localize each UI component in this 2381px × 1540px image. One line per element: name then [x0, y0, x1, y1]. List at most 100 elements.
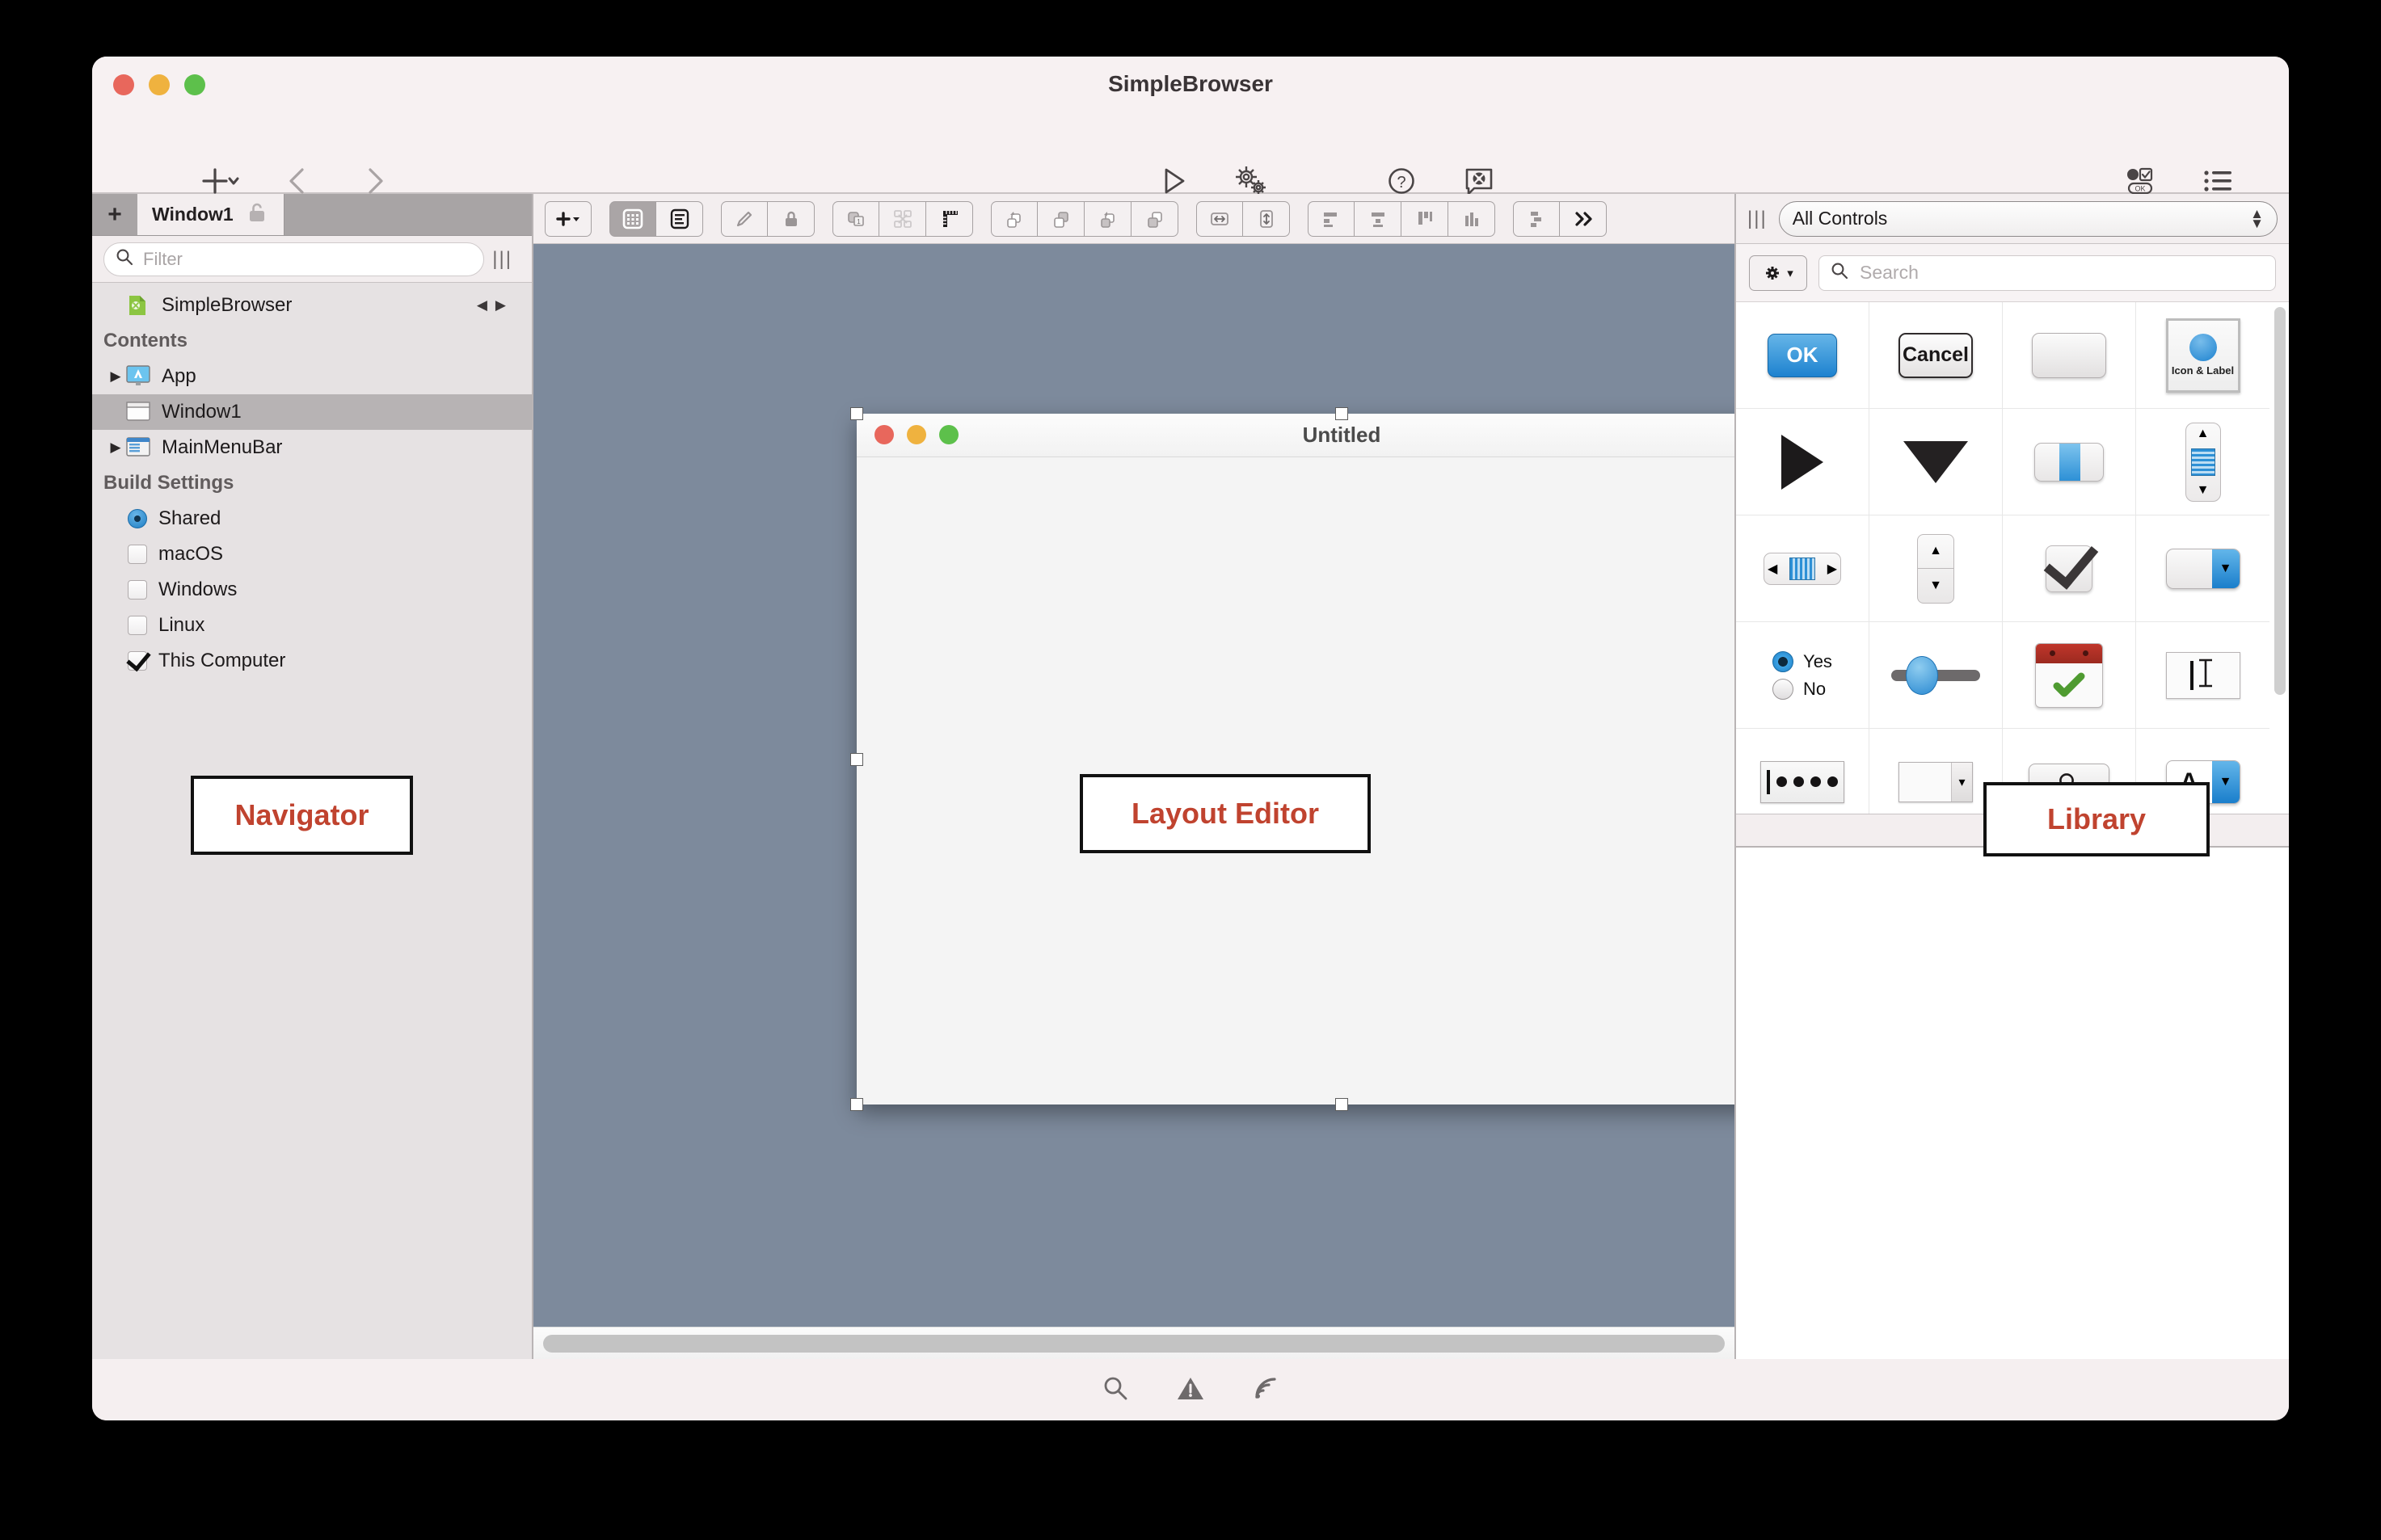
- library-search-input[interactable]: [1858, 261, 2264, 284]
- search-magnifier-icon[interactable]: [1102, 1374, 1129, 1406]
- popup-menu-preview: ▼: [2166, 549, 2240, 589]
- library-category-select[interactable]: All Controls ▲▼: [1779, 201, 2278, 237]
- build-setting-shared[interactable]: Shared: [92, 501, 532, 536]
- blue-dot-icon: [2189, 334, 2217, 361]
- navigator-filter-bar: |||: [92, 236, 532, 283]
- library-item-cancel-push-button[interactable]: Cancel: [1869, 302, 2003, 409]
- i-beam-icon: [2195, 657, 2216, 693]
- distribute-icon[interactable]: [1513, 201, 1560, 237]
- build-setting-macos[interactable]: macOS: [92, 536, 532, 572]
- unlocked-padlock-icon[interactable]: [248, 202, 266, 228]
- navigator-project-row[interactable]: SimpleBrowser ◀▶: [92, 288, 532, 323]
- library-item-date-picker[interactable]: [2003, 622, 2136, 729]
- align-left-icon[interactable]: [1308, 201, 1355, 237]
- toolbar-group-add: [545, 201, 592, 237]
- checkbox-icon[interactable]: [128, 545, 147, 564]
- icon-label-button-preview: Icon & Label: [2166, 318, 2240, 393]
- selection-handle-ml[interactable]: [850, 753, 863, 766]
- grid-layout-icon[interactable]: [609, 201, 656, 237]
- library-item-secure-password-field[interactable]: [1736, 729, 1869, 814]
- filter-input[interactable]: [141, 248, 472, 271]
- ruler-icon[interactable]: [926, 201, 973, 237]
- search-icon: [1831, 262, 1848, 284]
- sidebar-item-mainmenubar[interactable]: ▶ MainMenuBar: [92, 430, 532, 465]
- bring-to-front-icon[interactable]: 1: [832, 201, 879, 237]
- new-tab-button[interactable]: +: [92, 194, 137, 235]
- move-front-icon[interactable]: [1038, 201, 1085, 237]
- application-window: SimpleBrowser Insert Back: [92, 57, 2289, 1420]
- checkbox-checked-icon[interactable]: [128, 651, 147, 671]
- checkbox-icon[interactable]: [128, 580, 147, 600]
- library-item-icon-and-label-button[interactable]: Icon & Label: [2136, 302, 2269, 409]
- align-top-icon[interactable]: [1401, 201, 1448, 237]
- checkbox-icon[interactable]: [128, 616, 147, 635]
- sidebar-item-window1[interactable]: Window1: [92, 394, 532, 430]
- scroll-down-arrow-icon: ▼: [2197, 483, 2210, 498]
- library-search-field[interactable]: [1818, 255, 2276, 291]
- panel-grip-icon[interactable]: |||: [1747, 208, 1768, 230]
- move-backward-icon[interactable]: [1085, 201, 1132, 237]
- library-item-horizontal-slider[interactable]: [2003, 409, 2136, 515]
- toolbar-group-align: [1308, 201, 1495, 237]
- move-back-icon[interactable]: [1132, 201, 1178, 237]
- selection-handle-tl[interactable]: [850, 407, 863, 420]
- library-item-slider-knob[interactable]: [1869, 622, 2003, 729]
- scroll-right-arrow-icon: ▶: [1827, 561, 1837, 577]
- project-name: SimpleBrowser: [162, 294, 292, 317]
- tab-window1[interactable]: Window1: [137, 194, 284, 235]
- toolbar-group-resize: [1196, 201, 1290, 237]
- library-item-popup-menu[interactable]: ▼: [2136, 515, 2269, 622]
- sidebar-item-app[interactable]: ▶ App: [92, 359, 532, 394]
- resize-horizontal-icon[interactable]: [1196, 201, 1243, 237]
- canvas-horizontal-scrollbar[interactable]: [533, 1327, 1734, 1359]
- library-item-stepper-control[interactable]: ▲ ▼: [1869, 515, 2003, 622]
- section-header-contents: Contents: [92, 323, 532, 359]
- lock-icon[interactable]: [768, 201, 815, 237]
- library-item-disclosure-triangle-right[interactable]: [1736, 409, 1869, 515]
- library-item-text-field[interactable]: [2136, 622, 2269, 729]
- push-button-preview: Cancel: [1898, 333, 1973, 378]
- build-setting-linux[interactable]: Linux: [92, 608, 532, 643]
- library-vertical-scrollbar[interactable]: [2274, 307, 2286, 695]
- align-bottom-icon[interactable]: [1448, 201, 1495, 237]
- navigator-history-arrows[interactable]: ◀▶: [477, 297, 532, 313]
- library-item-vertical-scrollbar[interactable]: ▲ ▼: [2136, 409, 2269, 515]
- section-header-build-settings: Build Settings: [92, 465, 532, 501]
- slider-knob: [1906, 656, 1938, 695]
- overflow-chevrons-icon[interactable]: [1560, 201, 1607, 237]
- stepper-down-arrow-icon: ▼: [1918, 569, 1953, 603]
- library-item-checkbox-control[interactable]: [2003, 515, 2136, 622]
- add-control-dropdown-icon[interactable]: [545, 201, 592, 237]
- library-item-disclosure-triangle-down[interactable]: [1869, 409, 2003, 515]
- library-item-radio-button-group[interactable]: Yes No: [1736, 622, 1869, 729]
- disclosure-triangle-icon[interactable]: ▶: [105, 368, 126, 385]
- calendar-body: [2036, 663, 2102, 707]
- scroll-thumb: [2191, 448, 2215, 476]
- tab-label: Window1: [152, 204, 234, 225]
- library-item-bevel-button[interactable]: [2003, 302, 2136, 409]
- list-layout-icon[interactable]: [656, 201, 703, 237]
- scrollbar-thumb[interactable]: [543, 1335, 1725, 1353]
- selection-handle-bl[interactable]: [850, 1098, 863, 1111]
- library-grid: OK Cancel Icon & Label: [1736, 302, 2269, 814]
- build-setting-windows[interactable]: Windows: [92, 572, 532, 608]
- move-forward-icon[interactable]: [991, 201, 1038, 237]
- library-item-horizontal-scrollbar[interactable]: ◀ ▶: [1736, 515, 1869, 622]
- build-setting-this-computer[interactable]: This Computer: [92, 643, 532, 679]
- filter-field[interactable]: [103, 242, 484, 276]
- warning-triangle-icon[interactable]: [1176, 1374, 1205, 1406]
- disclosure-triangle-icon[interactable]: ▶: [105, 440, 126, 456]
- design-window[interactable]: Untitled: [857, 414, 1734, 1105]
- columns-icon[interactable]: |||: [484, 248, 520, 271]
- resize-vertical-icon[interactable]: [1243, 201, 1290, 237]
- align-center-icon[interactable]: [1355, 201, 1401, 237]
- selection-handle-bc[interactable]: [1335, 1098, 1348, 1111]
- library-panel: ||| All Controls ▲▼ ▾: [1734, 194, 2289, 1359]
- group-icon[interactable]: [879, 201, 926, 237]
- library-item-default-push-button[interactable]: OK: [1736, 302, 1869, 409]
- gear-dropdown-icon[interactable]: ▾: [1749, 255, 1807, 291]
- pencil-edit-icon[interactable]: [721, 201, 768, 237]
- selection-handle-tc[interactable]: [1335, 407, 1348, 420]
- broadcast-signal-icon[interactable]: [1252, 1374, 1279, 1406]
- radio-selected-icon[interactable]: [128, 509, 147, 528]
